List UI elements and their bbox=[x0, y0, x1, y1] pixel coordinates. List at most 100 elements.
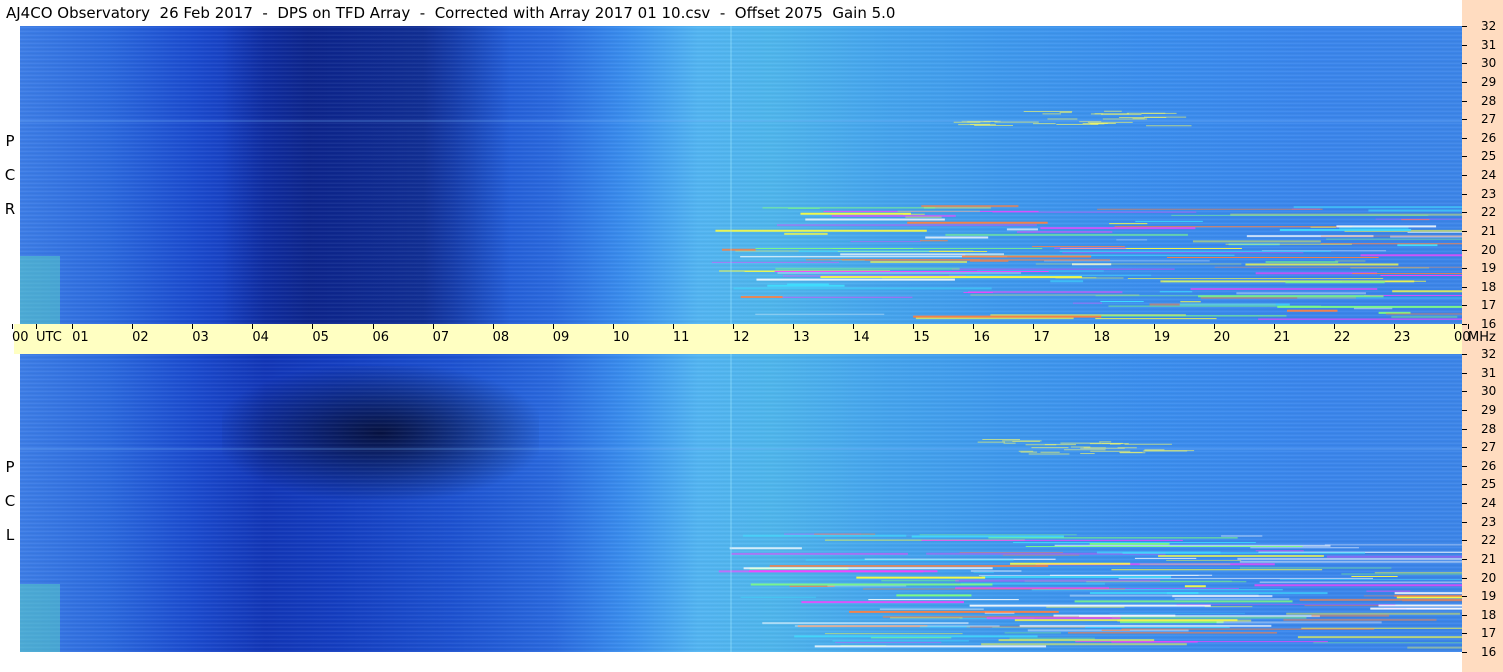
rcp-freq-tick: 28 bbox=[1462, 94, 1503, 108]
lcp-freq-tick: 25 bbox=[1462, 477, 1503, 491]
rcp-freq-tick-label: 20 bbox=[1481, 242, 1497, 257]
lcp-freq-tick: 21 bbox=[1462, 552, 1503, 566]
lcp-freq-tick: 28 bbox=[1462, 422, 1503, 436]
time-tick-label: 05 bbox=[312, 324, 329, 345]
rcp-freq-tick: 20 bbox=[1462, 243, 1503, 257]
rcp-freq-tick-label: 25 bbox=[1481, 149, 1497, 164]
time-tick-label: 08 bbox=[492, 324, 510, 345]
rcp-freq-tick: 27 bbox=[1462, 112, 1503, 126]
lcp-freq-tick-label: 18 bbox=[1481, 607, 1497, 622]
rcp-freq-tick-label: 27 bbox=[1481, 112, 1497, 127]
time-tick-label: 07 bbox=[432, 324, 450, 345]
rcp-freq-tick-label: 26 bbox=[1481, 130, 1497, 145]
lcp-freq-tick: 18 bbox=[1462, 608, 1503, 622]
time-tick-label: 02 bbox=[132, 324, 149, 345]
left-edge-glow bbox=[20, 256, 60, 324]
lcp-freq-tick-label: 19 bbox=[1481, 589, 1497, 604]
rcp-signal-overlay bbox=[20, 26, 1462, 324]
lcp-freq-tick: 19 bbox=[1462, 589, 1503, 603]
rcp-freq-tick-label: 22 bbox=[1481, 205, 1497, 220]
rcp-letter-c: C bbox=[4, 166, 16, 184]
rcp-freq-tick: 17 bbox=[1462, 298, 1503, 312]
rcp-letter-r: P bbox=[5, 132, 15, 150]
time-tick-label: 21 bbox=[1273, 324, 1291, 345]
rcp-freq-tick-label: 31 bbox=[1481, 37, 1497, 52]
rcp-spectrogram bbox=[20, 26, 1462, 324]
lcp-freq-tick-label: 31 bbox=[1481, 365, 1497, 380]
time-tick-label: 01 bbox=[72, 324, 89, 345]
rcp-freq-tick-label: 28 bbox=[1481, 93, 1497, 108]
rcp-freq-tick-label: 18 bbox=[1481, 279, 1497, 294]
rcp-freq-tick-label: 24 bbox=[1481, 168, 1497, 182]
rcp-freq-tick: 23 bbox=[1462, 187, 1503, 201]
time-tick-label: 20 bbox=[1213, 324, 1231, 345]
time-tick-label: UTC bbox=[36, 324, 62, 345]
time-tick-label: 10 bbox=[612, 324, 630, 345]
rcp-freq-tick: 24 bbox=[1462, 168, 1503, 182]
lcp-freq-tick: 27 bbox=[1462, 440, 1503, 454]
rcp-freq-tick: 31 bbox=[1462, 38, 1503, 52]
lcp-freq-tick-label: 23 bbox=[1481, 514, 1497, 529]
lcp-freq-tick-label: 24 bbox=[1481, 496, 1497, 510]
lcp-freq-tick: 20 bbox=[1462, 571, 1503, 585]
lcp-freq-tick-label: 26 bbox=[1481, 458, 1497, 473]
rcp-freq-tick: 19 bbox=[1462, 261, 1503, 275]
left-edge-glow bbox=[20, 584, 60, 652]
lcp-freq-tick: 23 bbox=[1462, 515, 1503, 529]
rcp-letter-p: R bbox=[4, 200, 16, 218]
time-tick-label: 11 bbox=[672, 324, 690, 345]
lcp-freq-tick: 29 bbox=[1462, 403, 1503, 417]
time-tick-label: 15 bbox=[913, 324, 930, 345]
time-tick-label: 18 bbox=[1093, 324, 1111, 345]
time-tick-label: 19 bbox=[1153, 324, 1171, 345]
lcp-freq-tick: 24 bbox=[1462, 496, 1503, 510]
rcp-freq-tick-label: 17 bbox=[1481, 298, 1497, 313]
lcp-freq-tick: 22 bbox=[1462, 533, 1503, 547]
time-tick-label: 03 bbox=[192, 324, 209, 345]
rcp-freq-tick-label: 21 bbox=[1481, 223, 1497, 238]
lcp-freq-tick-label: 17 bbox=[1481, 626, 1497, 641]
lcp-freq-tick-label: 32 bbox=[1481, 347, 1497, 361]
lcp-signal-overlay bbox=[20, 354, 1462, 652]
lcp-freq-tick: 32 bbox=[1462, 347, 1503, 361]
time-tick-label: MHz bbox=[1468, 324, 1496, 345]
rcp-freq-tick: 32 bbox=[1462, 19, 1503, 33]
rcp-freq-tick: 25 bbox=[1462, 149, 1503, 163]
lcp-freq-tick-label: 28 bbox=[1481, 421, 1497, 436]
time-tick-label: 17 bbox=[1033, 324, 1050, 345]
lcp-spectrogram bbox=[20, 354, 1462, 652]
rcp-freq-tick-label: 29 bbox=[1481, 74, 1497, 89]
lcp-freq-tick-label: 20 bbox=[1481, 570, 1497, 585]
rcp-freq-tick: 26 bbox=[1462, 131, 1503, 145]
lcp-freq-tick-label: 27 bbox=[1481, 440, 1497, 455]
rcp-freq-tick-label: 30 bbox=[1481, 56, 1497, 71]
time-tick-label: 22 bbox=[1333, 324, 1351, 345]
time-tick-label: 13 bbox=[793, 324, 810, 345]
rcp-freq-tick-label: 32 bbox=[1481, 19, 1497, 33]
rcp-freq-tick-label: 19 bbox=[1481, 261, 1497, 276]
lcp-freq-tick: 30 bbox=[1462, 384, 1503, 398]
lcp-letter-p: P bbox=[5, 458, 15, 476]
lcp-freq-tick: 17 bbox=[1462, 626, 1503, 640]
rcp-freq-tick: 29 bbox=[1462, 75, 1503, 89]
lcp-letter-c: C bbox=[4, 492, 16, 510]
time-tick-label: 06 bbox=[372, 324, 390, 345]
lcp-freq-tick: 16 bbox=[1462, 645, 1503, 659]
rcp-freq-tick: 22 bbox=[1462, 205, 1503, 219]
rcp-freq-tick: 21 bbox=[1462, 224, 1503, 238]
lcp-freq-tick-label: 16 bbox=[1481, 645, 1497, 659]
time-tick-label: 00 bbox=[12, 324, 29, 345]
lcp-freq-tick-label: 22 bbox=[1481, 533, 1497, 548]
time-tick-label: 12 bbox=[733, 324, 750, 345]
time-tick-label: 23 bbox=[1393, 324, 1411, 345]
lcp-freq-tick: 26 bbox=[1462, 459, 1503, 473]
lcp-freq-tick-label: 30 bbox=[1481, 384, 1497, 399]
time-tick-label: 16 bbox=[973, 324, 990, 345]
lcp-freq-tick: 31 bbox=[1462, 366, 1503, 380]
time-tick-label: 04 bbox=[252, 324, 269, 345]
rcp-freq-tick-label: 23 bbox=[1481, 186, 1497, 201]
lcp-freq-tick-label: 29 bbox=[1481, 402, 1497, 417]
rcp-freq-tick-label: 16 bbox=[1481, 317, 1497, 331]
lcp-freq-tick-label: 25 bbox=[1481, 477, 1497, 492]
time-tick-label: 14 bbox=[853, 324, 870, 345]
